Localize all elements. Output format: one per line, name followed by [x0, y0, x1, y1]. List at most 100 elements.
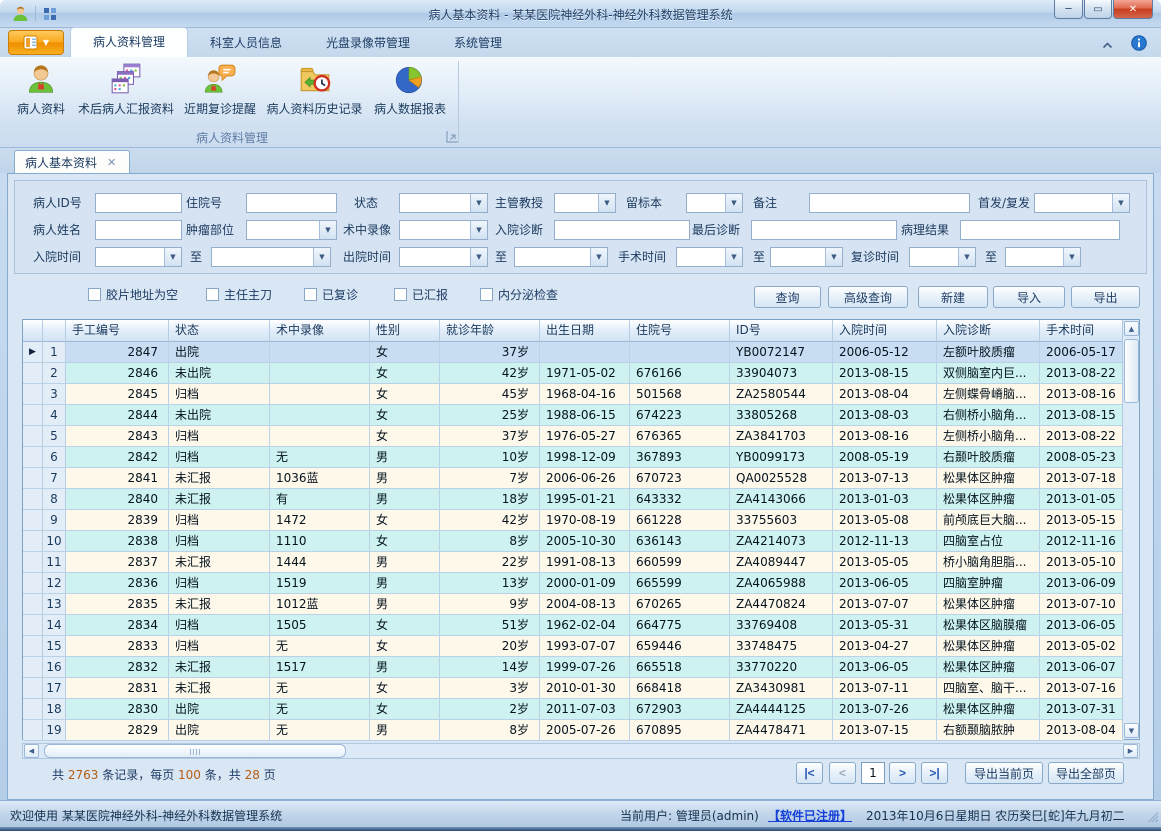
chevron-down-icon[interactable]: ▼ [313, 248, 330, 266]
scroll-left-icon[interactable]: ◀ [24, 744, 39, 758]
checkbox-box[interactable] [480, 288, 493, 301]
specimen-combobox[interactable]: ▼ [686, 193, 743, 213]
ribbon-tab-department-staff[interactable]: 科室人员信息 [188, 29, 304, 57]
table-row[interactable]: 42844未出院女25岁1988-06-15674223338052682013… [23, 405, 1124, 426]
registered-link[interactable]: 【软件已注册】 [768, 807, 852, 824]
table-row[interactable]: 162832未汇报1517男14岁1999-07-266655183377022… [23, 657, 1124, 678]
new-button[interactable]: 新建 [918, 286, 988, 308]
table-row[interactable]: 192829出院无男8岁2005-07-26670895ZA4478471201… [23, 720, 1124, 741]
column-header[interactable]: 性别 [370, 320, 440, 342]
chevron-down-icon[interactable]: ▼ [958, 248, 975, 266]
surgery-time-from-picker[interactable]: ▼ [676, 247, 743, 267]
prev-page-button[interactable]: < [829, 762, 856, 784]
column-header[interactable]: 入院诊断 [937, 320, 1040, 342]
table-row[interactable]: 62842归档无男10岁1998-12-09367893YB0099173200… [23, 447, 1124, 468]
column-header[interactable]: 住院号 [630, 320, 730, 342]
remark-input[interactable] [809, 193, 970, 213]
vertical-scroll-thumb[interactable] [1124, 339, 1139, 403]
export-button[interactable]: 导出 [1071, 286, 1140, 308]
table-row[interactable]: 22846未出院女42岁1971-05-02676166339040732013… [23, 363, 1124, 384]
patient-id-input[interactable] [95, 193, 182, 213]
column-header[interactable]: 手工编号 [66, 320, 169, 342]
app-menu-button[interactable]: ▼ [8, 30, 64, 55]
ribbon-tab-system[interactable]: 系统管理 [432, 29, 524, 57]
minimize-button[interactable]: ─ [1054, 0, 1083, 19]
checkbox-box[interactable] [206, 288, 219, 301]
close-button[interactable]: ✕ [1113, 0, 1153, 19]
export-all-pages-button[interactable]: 导出全部页 [1048, 762, 1124, 784]
ribbon-tab-disc-video[interactable]: 光盘录像带管理 [304, 29, 432, 57]
table-row[interactable]: 102838归档1110女8岁2005-10-30636143ZA4214073… [23, 531, 1124, 552]
scroll-down-icon[interactable]: ▼ [1124, 723, 1139, 738]
pathology-input[interactable] [960, 220, 1120, 240]
vertical-scrollbar[interactable]: ▲ ▼ [1122, 320, 1139, 739]
horizontal-scroll-thumb[interactable] [44, 744, 346, 758]
horizontal-scrollbar[interactable]: ◀ ▶ [22, 743, 1140, 759]
checkbox-endocrine-exam[interactable]: 内分泌检查 [480, 286, 558, 302]
page-number-input[interactable] [861, 762, 885, 784]
admission-no-input[interactable] [246, 193, 337, 213]
info-icon[interactable] [1131, 35, 1147, 54]
ribbon-button-revisit-reminder[interactable]: 近期复诊提醒 [178, 60, 262, 124]
admission-time-to-picker[interactable]: ▼ [211, 247, 331, 267]
chevron-down-icon[interactable]: ▼ [1063, 248, 1080, 266]
export-current-page-button[interactable]: 导出当前页 [965, 762, 1043, 784]
status-combobox[interactable]: ▼ [399, 193, 488, 213]
tab-close-icon[interactable]: ✕ [107, 156, 116, 169]
checkbox-box[interactable] [88, 288, 101, 301]
ribbon-button-history-records[interactable]: 病人资料历史记录 [263, 60, 366, 124]
chevron-down-icon[interactable]: ▼ [590, 248, 607, 266]
first-page-button[interactable]: |< [796, 762, 823, 784]
table-row[interactable]: 112837未汇报1444男22岁1991-08-13660599ZA40894… [23, 552, 1124, 573]
chevron-down-icon[interactable]: ▼ [470, 248, 487, 266]
chevron-down-icon[interactable]: ▼ [598, 194, 615, 212]
chevron-down-icon[interactable]: ▼ [825, 248, 842, 266]
chevron-down-icon[interactable]: ▼ [319, 221, 336, 239]
column-header[interactable]: 入院时间 [833, 320, 937, 342]
dialog-launcher-icon[interactable] [446, 131, 458, 143]
tumor-site-combobox[interactable]: ▼ [246, 220, 337, 240]
chevron-down-icon[interactable]: ▼ [725, 248, 742, 266]
admission-time-from-picker[interactable]: ▼ [95, 247, 182, 267]
table-row[interactable]: 152833归档无女20岁1993-07-0765944633748475201… [23, 636, 1124, 657]
scroll-right-icon[interactable]: ▶ [1123, 744, 1138, 758]
checkbox-film-address-empty[interactable]: 胶片地址为空 [88, 286, 178, 302]
ribbon-button-data-report[interactable]: 病人数据报表 [368, 60, 452, 124]
checkbox-reported[interactable]: 已汇报 [394, 286, 448, 302]
column-header[interactable]: 状态 [169, 320, 270, 342]
import-button[interactable]: 导入 [993, 286, 1065, 308]
checkbox-revisited[interactable]: 已复诊 [304, 286, 358, 302]
column-header[interactable]: 就诊年龄 [440, 320, 540, 342]
ribbon-collapse-icon[interactable] [1102, 38, 1113, 52]
table-row[interactable]: 182830出院无女2岁2011-07-03672903ZA4444125201… [23, 699, 1124, 720]
admission-dx-input[interactable] [554, 220, 690, 240]
table-row[interactable]: 142834归档1505女51岁1962-02-0466477533769408… [23, 615, 1124, 636]
chevron-down-icon[interactable]: ▼ [470, 194, 487, 212]
advanced-query-button[interactable]: 高级查询 [828, 286, 908, 308]
table-row[interactable]: 172831未汇报无女3岁2010-01-30668418ZA343098120… [23, 678, 1124, 699]
chevron-down-icon[interactable]: ▼ [470, 221, 487, 239]
table-row[interactable]: 32845归档女45岁1968-04-16501568ZA25805442013… [23, 384, 1124, 405]
final-dx-input[interactable] [751, 220, 897, 240]
maximize-button[interactable]: ▭ [1084, 0, 1112, 19]
table-row[interactable]: 72841未汇报1036蓝男7岁2006-06-26670723QA002552… [23, 468, 1124, 489]
ribbon-button-patient-data[interactable]: 病人资料 [8, 60, 74, 124]
ribbon-button-postop-report[interactable]: 术后病人汇报资料 [76, 60, 176, 124]
professor-combobox[interactable]: ▼ [554, 193, 616, 213]
column-header[interactable]: 出生日期 [540, 320, 630, 342]
discharge-time-from-picker[interactable]: ▼ [399, 247, 488, 267]
ribbon-tab-patient-management[interactable]: 病人资料管理 [70, 27, 188, 57]
intraop-video-combobox[interactable]: ▼ [399, 220, 488, 240]
table-row[interactable]: 122836归档1519男13岁2000-01-09665599ZA406598… [23, 573, 1124, 594]
discharge-time-to-picker[interactable]: ▼ [514, 247, 608, 267]
query-button[interactable]: 查询 [754, 286, 821, 308]
revisit-time-from-picker[interactable]: ▼ [909, 247, 976, 267]
next-page-button[interactable]: > [889, 762, 916, 784]
table-row[interactable]: 82840未汇报有男18岁1995-01-21643332ZA414306620… [23, 489, 1124, 510]
chevron-down-icon[interactable]: ▼ [1112, 194, 1129, 212]
table-row[interactable]: 52843归档女37岁1976-05-27676365ZA38417032013… [23, 426, 1124, 447]
revisit-time-to-picker[interactable]: ▼ [1005, 247, 1081, 267]
column-header[interactable]: 手术时间 [1040, 320, 1124, 342]
checkbox-chief-surgeon[interactable]: 主任主刀 [206, 286, 272, 302]
doc-tab-patient-basic-info[interactable]: 病人基本资料 ✕ [14, 150, 130, 173]
